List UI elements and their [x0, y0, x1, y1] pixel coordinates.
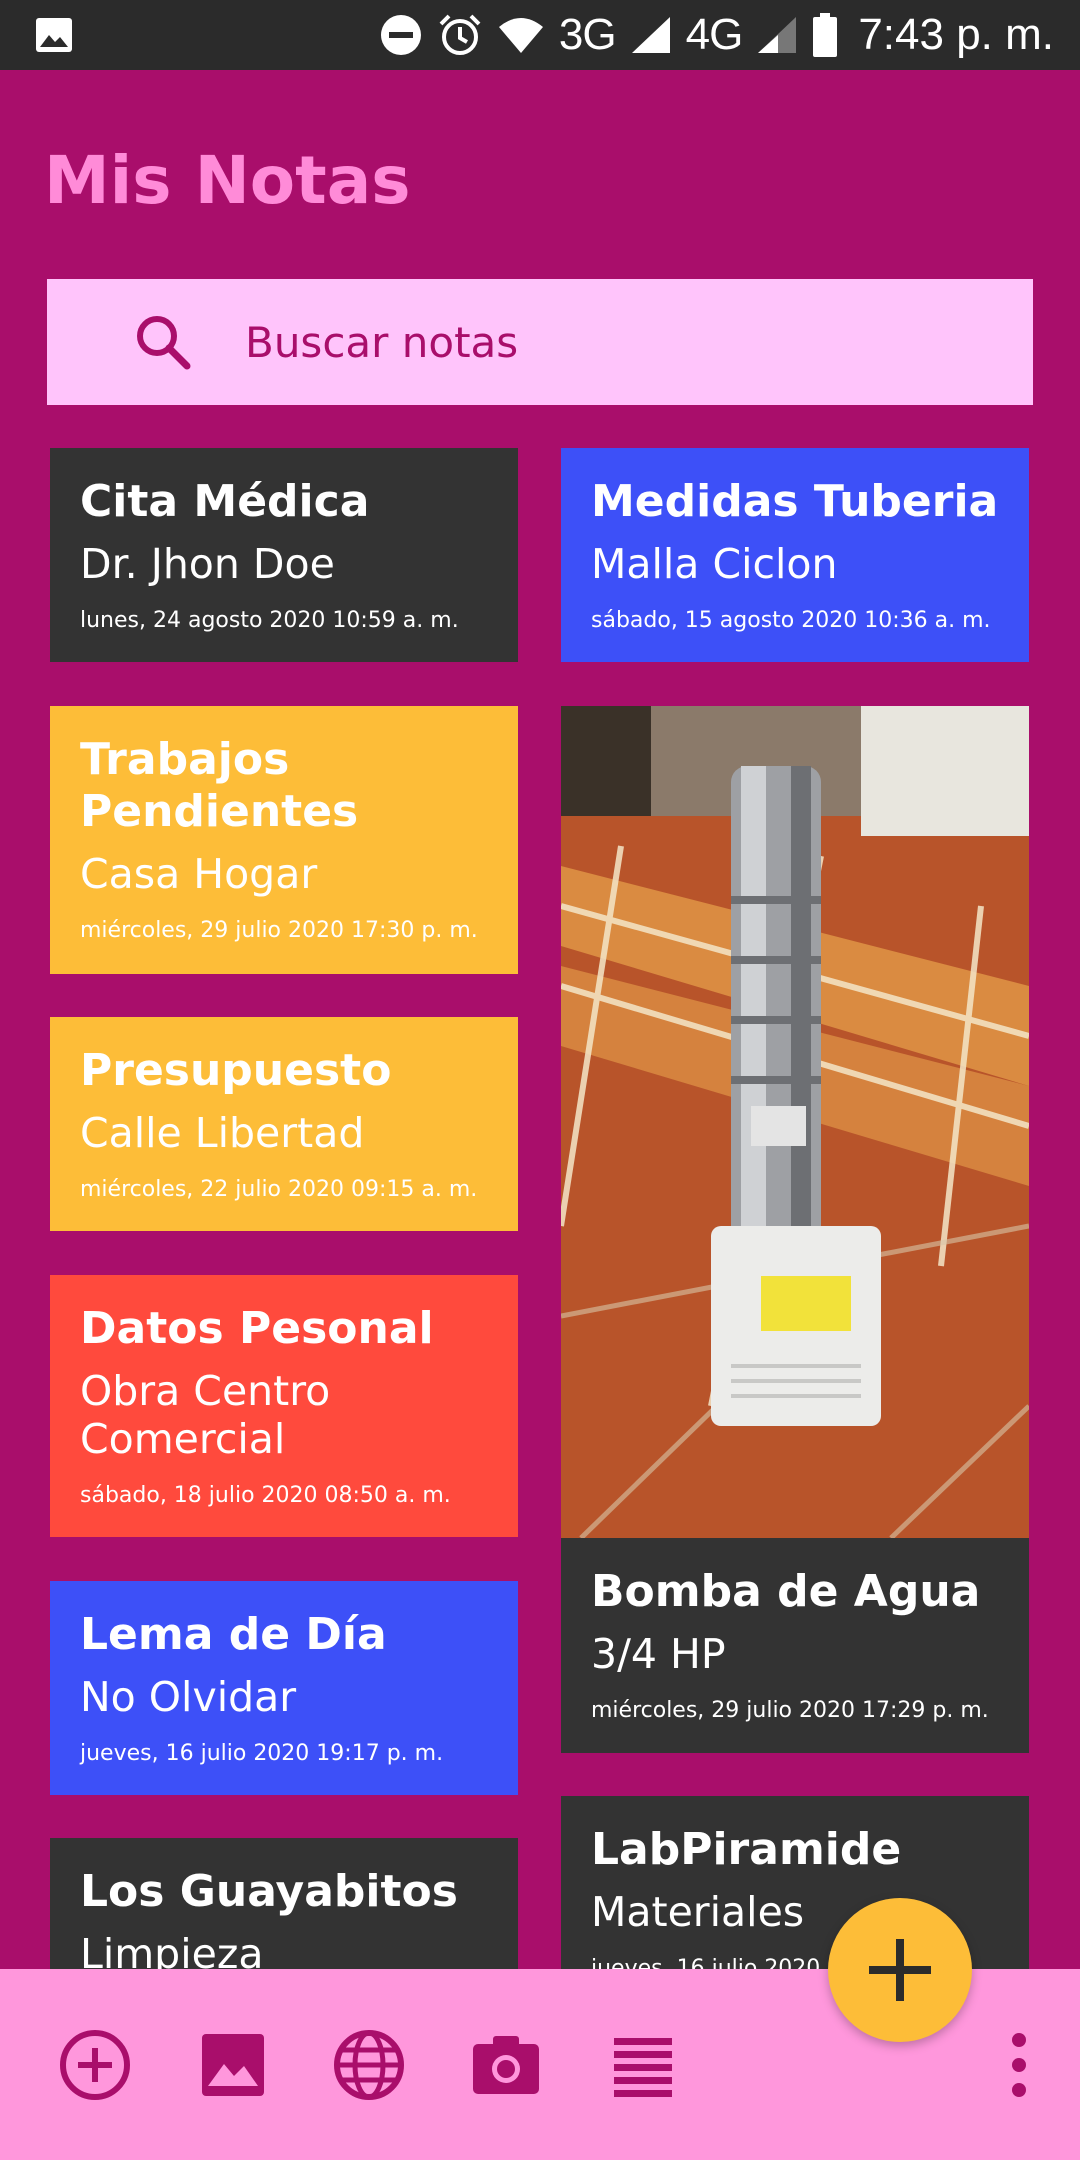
note-subtitle: No Olvidar	[80, 1673, 297, 1721]
search-icon	[137, 316, 191, 370]
note-title: Trabajos Pendientes	[80, 734, 359, 837]
do-not-disturb-icon	[380, 15, 421, 55]
globe-icon[interactable]	[330, 2026, 408, 2104]
add-circle-icon[interactable]	[56, 2026, 134, 2104]
battery-icon	[813, 13, 838, 57]
signal-icon	[631, 17, 670, 53]
note-date: sábado, 15 agosto 2020 10:36 a. m.	[591, 608, 991, 633]
alarm-icon	[439, 14, 481, 55]
note-image[interactable]	[561, 706, 1029, 1538]
network-4g-label: 4G	[685, 10, 744, 59]
note-subtitle: 3/4 HP	[591, 1630, 726, 1678]
camera-icon[interactable]	[467, 2026, 545, 2104]
status-bar: 3G 4G 7:43 p. m.	[0, 0, 1080, 70]
plus-icon	[869, 1939, 931, 2001]
note-card[interactable]: Lema de Día No Olvidar jueves, 16 julio …	[50, 1581, 518, 1795]
note-card[interactable]: Bomba de Agua 3/4 HP miércoles, 29 julio…	[561, 1538, 1029, 1753]
note-title: Lema de Día	[80, 1609, 387, 1660]
note-card[interactable]: Los Guayabitos Limpieza	[50, 1838, 518, 1969]
list-icon[interactable]	[604, 2026, 682, 2104]
more-vert-icon[interactable]	[980, 2026, 1058, 2104]
clock: 7:43 p. m.	[858, 10, 1054, 59]
note-title: Medidas Tuberia	[591, 476, 999, 527]
note-title: Datos Pesonal	[80, 1303, 434, 1354]
note-date: miércoles, 29 julio 2020 17:29 p. m.	[591, 1698, 989, 1723]
note-date: miércoles, 22 julio 2020 09:15 a. m.	[80, 1177, 478, 1202]
note-subtitle: Obra Centro Comercial	[80, 1367, 331, 1463]
note-card[interactable]: Datos Pesonal Obra Centro Comercial sába…	[50, 1275, 518, 1537]
page-title: Mis Notas	[44, 142, 411, 219]
note-date: jueves, 16 julio 2020 19:17 p. m.	[80, 1741, 444, 1766]
note-subtitle: Dr. Jhon Doe	[80, 540, 335, 588]
image-icon[interactable]	[194, 2026, 272, 2104]
note-title: Presupuesto	[80, 1045, 392, 1096]
network-3g-label: 3G	[558, 10, 617, 59]
note-subtitle: Limpieza	[80, 1930, 264, 1969]
add-note-fab[interactable]	[828, 1898, 972, 2042]
water-pump-photo	[561, 706, 1029, 1538]
note-card[interactable]: Trabajos Pendientes Casa Hogar miércoles…	[50, 706, 518, 974]
note-date: sábado, 18 julio 2020 08:50 a. m.	[80, 1483, 451, 1508]
note-subtitle: Casa Hogar	[80, 850, 318, 898]
search-bar[interactable]	[47, 279, 1033, 405]
wifi-icon	[498, 18, 543, 53]
note-title: Bomba de Agua	[591, 1566, 981, 1617]
gallery-notification-icon	[36, 18, 72, 52]
note-card[interactable]: Medidas Tuberia Malla Ciclon sábado, 15 …	[561, 448, 1029, 662]
note-title: Los Guayabitos	[80, 1866, 458, 1917]
note-subtitle: Malla Ciclon	[591, 540, 838, 588]
note-subtitle: Calle Libertad	[80, 1109, 365, 1157]
note-card[interactable]: Presupuesto Calle Libertad miércoles, 22…	[50, 1017, 518, 1231]
note-date: miércoles, 29 julio 2020 17:30 p. m.	[80, 918, 478, 943]
search-input[interactable]	[245, 317, 945, 367]
note-title: LabPiramide	[591, 1824, 902, 1875]
note-title: Cita Médica	[80, 476, 370, 527]
signal-weak-icon	[758, 17, 797, 53]
note-date: lunes, 24 agosto 2020 10:59 a. m.	[80, 608, 459, 633]
note-card[interactable]: Cita Médica Dr. Jhon Doe lunes, 24 agost…	[50, 448, 518, 662]
